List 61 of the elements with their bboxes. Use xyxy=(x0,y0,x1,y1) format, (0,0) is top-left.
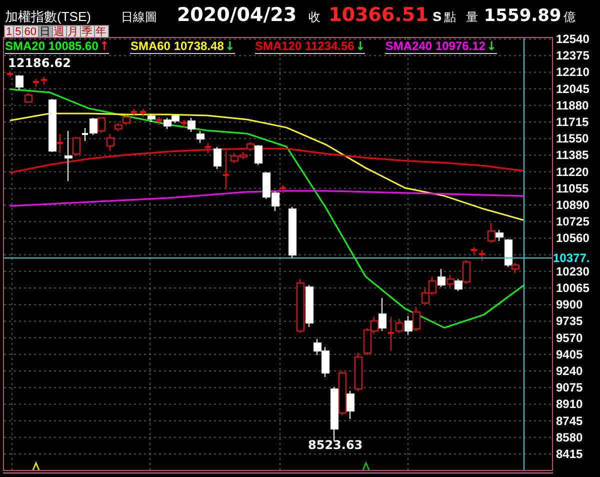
volume-value: 1559.89 xyxy=(484,5,562,28)
trend-arrow: ↑ xyxy=(99,40,110,53)
axis-label: 8580 xyxy=(556,430,583,444)
axis-label: 11880 xyxy=(556,98,589,112)
close-price: 10366.51 xyxy=(328,3,428,28)
candlestick xyxy=(82,128,88,142)
close-suffix: s xyxy=(432,5,442,27)
axis-label: 10065 xyxy=(556,281,590,295)
candlestick xyxy=(24,92,32,102)
axis-label: 9900 xyxy=(556,298,583,312)
candlestick xyxy=(223,150,229,190)
candlestick xyxy=(388,316,394,352)
date-label: 2020/04/23 xyxy=(176,3,297,28)
axis-label: 11550 xyxy=(556,132,589,146)
points-unit: 點 xyxy=(444,9,456,26)
signal-marker-icon xyxy=(32,461,40,470)
low-price-label: 8523.63 xyxy=(308,438,363,452)
moving-average-label: SMA20 10085.60 xyxy=(5,40,98,53)
axis-label: 11385 xyxy=(556,148,589,162)
axis-label: 9735 xyxy=(556,314,583,328)
candlestick xyxy=(33,78,39,88)
axis-label: 11220 xyxy=(556,164,589,179)
axis-label: 8745 xyxy=(556,414,583,428)
axis-label: 10890 xyxy=(556,198,590,212)
current-price-label: 10377. xyxy=(553,251,590,265)
candlestick xyxy=(7,70,13,78)
moving-average-label: SMA120 11234.56 xyxy=(254,40,354,53)
index-title: 加權指數(TSE) xyxy=(5,8,91,26)
axis-label: 9240 xyxy=(556,364,583,378)
axis-label: 12210 xyxy=(556,65,590,80)
high-price-label: 12186.62 xyxy=(8,56,72,70)
axis-label: 9075 xyxy=(556,380,583,395)
candlestick xyxy=(16,74,24,90)
candlestick xyxy=(140,108,146,118)
trend-arrow: ↓ xyxy=(355,40,366,53)
candlestick xyxy=(41,76,47,86)
axis-label: 12045 xyxy=(556,82,590,96)
candlestick xyxy=(214,146,222,170)
axis-label: 9570 xyxy=(556,330,583,345)
close-label: 收 xyxy=(308,9,321,26)
candlestick xyxy=(479,250,485,262)
signal-marker-icon xyxy=(362,461,370,470)
axis-label: 9405 xyxy=(556,347,583,362)
candlestick xyxy=(288,206,296,258)
volume-label: 量 xyxy=(466,9,478,26)
moving-average-label: SMA240 10976.12 xyxy=(385,40,486,53)
moving-average-label: SMA60 10738.48 xyxy=(130,40,224,53)
trend-arrow: ↓ xyxy=(486,40,497,53)
chart-type-label: 日線圖 xyxy=(120,9,157,26)
trend-arrow: ↓ xyxy=(224,40,235,53)
axis-label: 11055 xyxy=(556,181,589,196)
axis-label: 10725 xyxy=(556,214,590,229)
axis-label: 10560 xyxy=(556,231,590,246)
axis-label: 11715 xyxy=(556,115,589,129)
axis-label: 10230 xyxy=(556,264,590,278)
axis-label: 12375 xyxy=(556,48,590,63)
candlestick xyxy=(471,246,477,256)
volume-unit: 億 xyxy=(563,9,576,26)
axis-label: 12540 xyxy=(556,32,590,46)
axis-label: 8415 xyxy=(556,447,583,461)
axis-label: 8910 xyxy=(556,397,583,412)
